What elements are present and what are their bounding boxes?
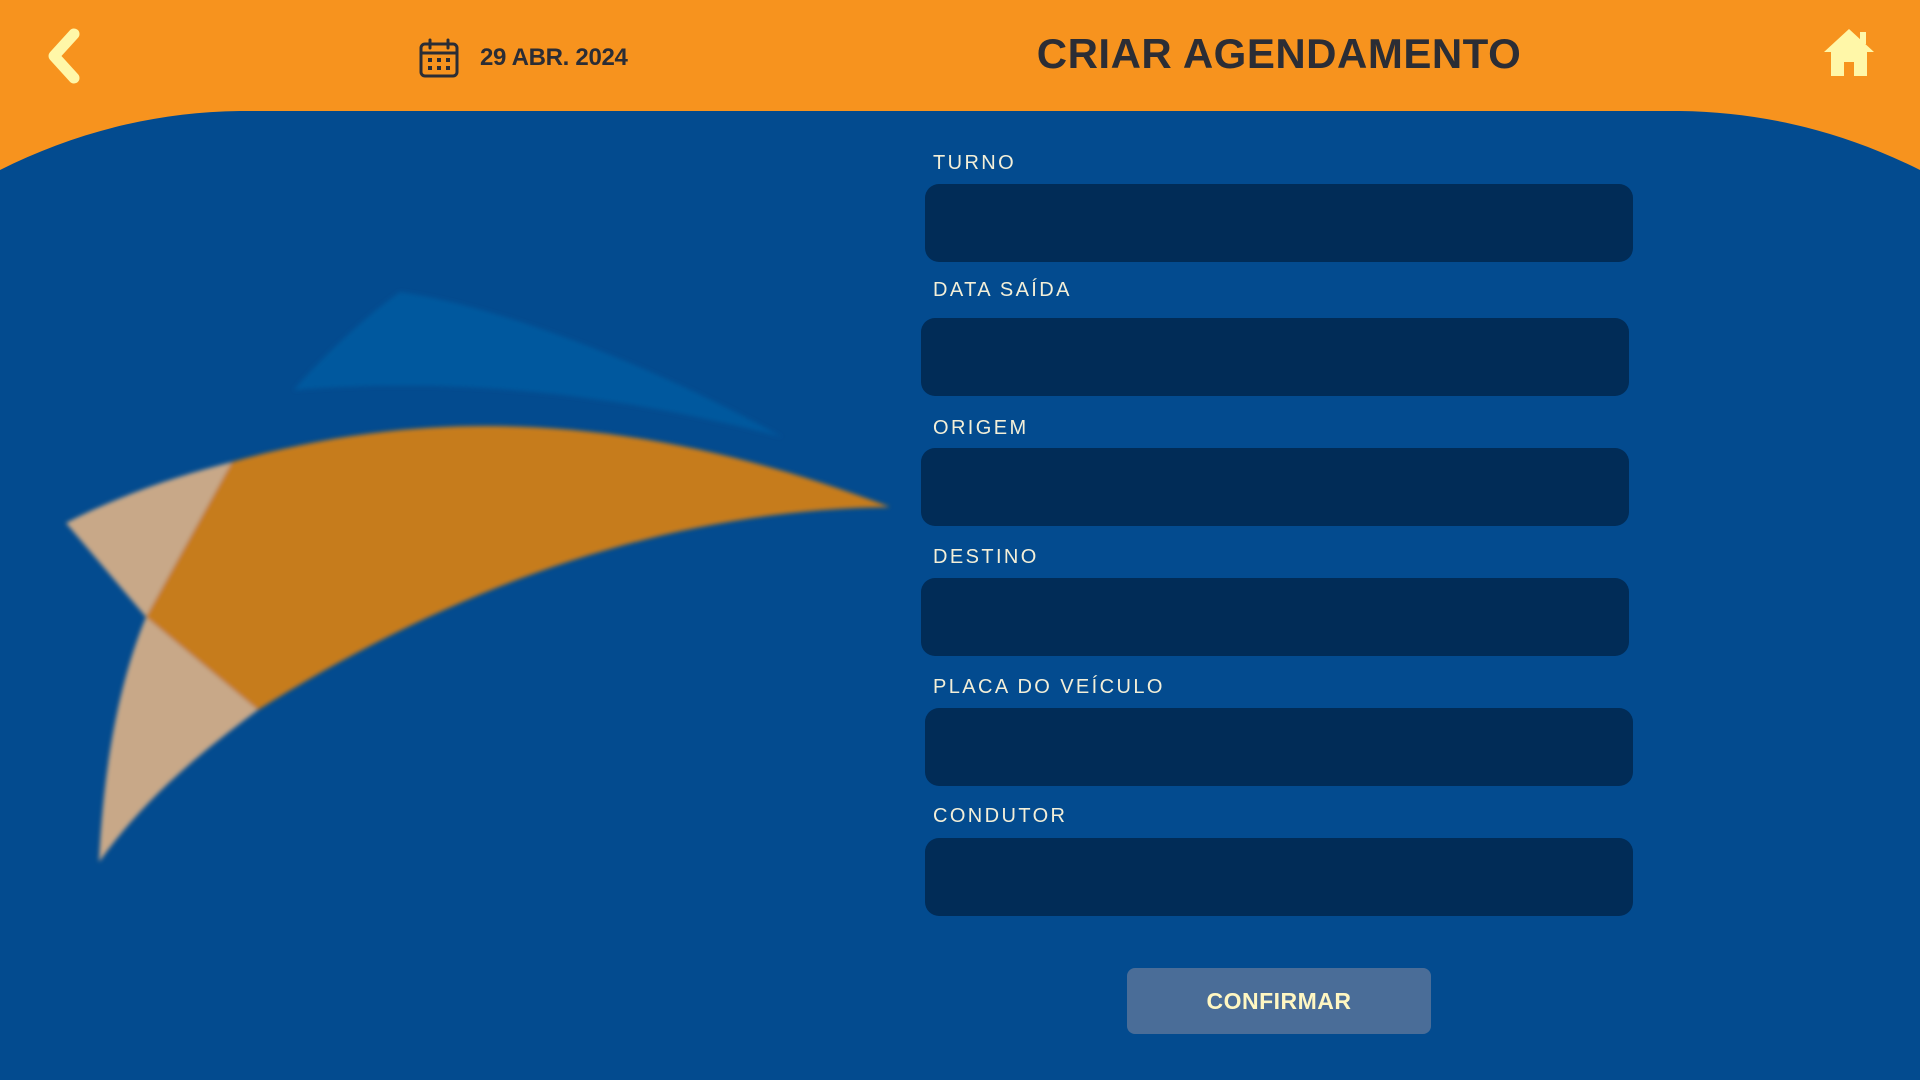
placa-veiculo-input[interactable] bbox=[925, 708, 1633, 786]
home-button[interactable] bbox=[1822, 26, 1876, 78]
condutor-label: CONDUTOR bbox=[933, 805, 1068, 827]
origem-input[interactable] bbox=[921, 448, 1629, 526]
turno-label: TURNO bbox=[933, 152, 1017, 174]
date-label: 29 ABR. 2024 bbox=[480, 44, 628, 71]
home-icon bbox=[1824, 29, 1874, 76]
condutor-input[interactable] bbox=[925, 838, 1633, 916]
chevron-left-icon bbox=[48, 28, 80, 84]
destino-label: DESTINO bbox=[933, 546, 1039, 568]
destino-input[interactable] bbox=[921, 578, 1629, 656]
page: 29 ABR. 2024 CRIAR AGENDAMENTO TURNO DAT… bbox=[0, 0, 1920, 1080]
turno-input[interactable] bbox=[925, 184, 1633, 262]
calendar-icon bbox=[419, 38, 459, 78]
back-button[interactable] bbox=[40, 26, 90, 86]
placa-veiculo-label: PLACA DO VEÍCULO bbox=[933, 676, 1165, 698]
origem-label: ORIGEM bbox=[933, 417, 1029, 439]
page-title: CRIAR AGENDAMENTO bbox=[1036, 30, 1522, 77]
header-date: 29 ABR. 2024 bbox=[418, 36, 628, 80]
data-saida-label: DATA SAÍDA bbox=[933, 279, 1072, 301]
confirm-button[interactable]: CONFIRMAR bbox=[1127, 968, 1431, 1034]
data-saida-input[interactable] bbox=[921, 318, 1629, 396]
